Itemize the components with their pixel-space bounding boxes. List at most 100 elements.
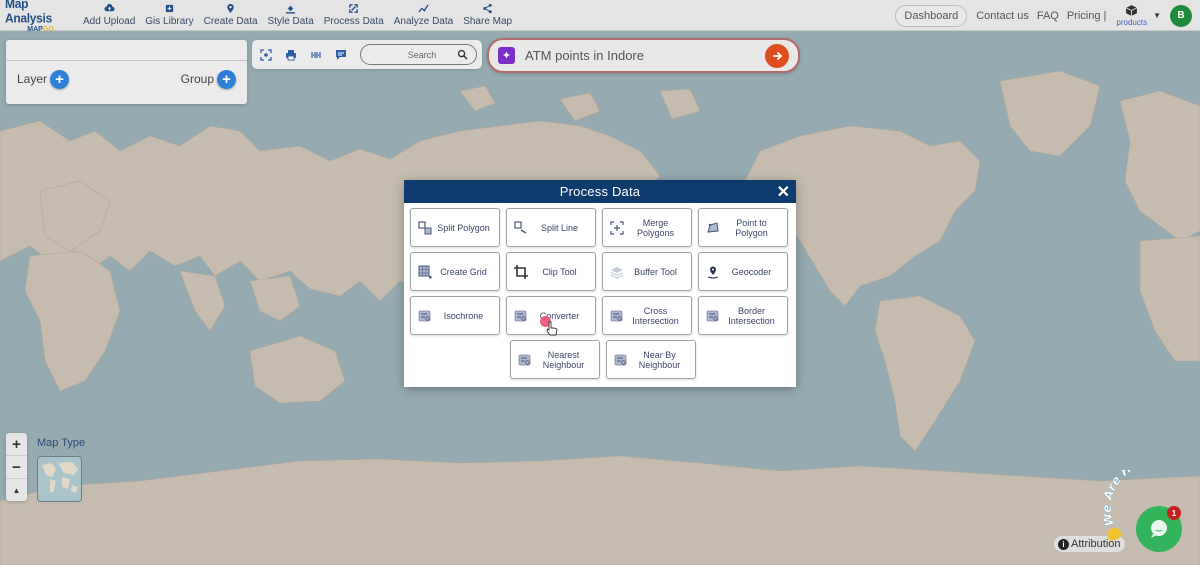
tool-buffer-tool-button[interactable]: Buffer Tool <box>602 252 692 291</box>
map-toolbar <box>252 40 482 69</box>
modal-header: Process Data ✕ <box>404 180 796 203</box>
tool-label: Near By Neighbour <box>638 349 681 370</box>
map-pin-icon <box>227 3 234 14</box>
user-avatar[interactable]: B <box>1170 4 1192 27</box>
nearest-neighbour-icon <box>518 353 532 367</box>
measure-icon[interactable] <box>309 48 322 61</box>
near-by-neighbour-icon <box>614 353 628 367</box>
products-menu[interactable]: products <box>1116 4 1147 27</box>
process-data-modal: Process Data ✕ Split Polygon Split Line Me… <box>404 180 796 387</box>
tool-label: Nearest Neighbour <box>542 349 585 370</box>
top-right-links: Dashboard Contact us FAQ Pricing | produ… <box>895 0 1200 31</box>
ai-sparkle-icon: ✦ <box>498 47 515 64</box>
brand-logo[interactable]: Map Analysis MAPGO <box>0 0 76 33</box>
converter-icon <box>514 309 528 323</box>
search-input[interactable] <box>387 49 457 60</box>
layer-panel: Layer + Group + <box>6 40 247 104</box>
add-group-button[interactable]: + <box>217 69 236 89</box>
dashboard-button[interactable]: Dashboard <box>895 4 968 27</box>
nav-create-data-label: Create Data <box>203 16 258 27</box>
tool-merge-polygons-button[interactable]: Merge Polygons <box>602 208 692 247</box>
nav-create-data[interactable]: Create Data <box>199 3 263 27</box>
chat-notification-badge: 1 <box>1167 506 1181 520</box>
nav-add-upload[interactable]: Add Upload <box>78 3 140 27</box>
crop-icon <box>514 264 528 279</box>
tool-create-grid-button[interactable]: Create Grid <box>410 252 500 291</box>
tool-label: Geocoder <box>731 266 772 277</box>
zoom-in-button[interactable]: + <box>6 433 27 456</box>
tool-split-line-button[interactable]: Split Line <box>506 208 596 247</box>
tool-label: Clip Tool <box>542 266 577 277</box>
hand-cursor-icon <box>546 321 558 336</box>
share-icon <box>483 3 492 14</box>
comment-icon[interactable] <box>334 48 347 61</box>
cloud-upload-icon <box>104 3 115 12</box>
border-intersection-icon <box>706 309 720 323</box>
add-layer-button[interactable]: + <box>50 69 70 89</box>
split-polygon-icon <box>418 220 432 235</box>
tool-point-to-polygon-button[interactable]: Point to Polygon <box>698 208 788 247</box>
map-type-label: Map Type <box>37 437 86 449</box>
brand-subtitle: MAPGO <box>27 26 54 33</box>
nav-gis-library-label: Gis Library <box>145 16 194 27</box>
tool-label: Merge Polygons <box>636 217 675 238</box>
nav-share-map-label: Share Map <box>463 16 513 27</box>
cross-intersection-icon <box>610 309 624 323</box>
modal-title: Process Data <box>559 184 641 199</box>
products-label: products <box>1116 18 1148 27</box>
close-icon[interactable]: ✕ <box>777 182 790 202</box>
world-thumbnail-icon <box>42 462 78 493</box>
paint-bucket-icon <box>286 5 296 14</box>
create-grid-icon <box>418 265 432 279</box>
nav-analyze-data-label: Analyze Data <box>393 16 454 27</box>
nav-analyze-data[interactable]: Analyze Data <box>389 3 458 27</box>
split-line-icon <box>514 220 528 235</box>
nav-gis-library[interactable]: Gis Library <box>140 3 198 27</box>
caret-down-icon[interactable]: ▼ <box>1153 11 1161 20</box>
cube-icon <box>1126 5 1138 16</box>
top-navbar: Map Analysis MAPGO Add Upload Gis Librar… <box>0 0 1200 33</box>
nav-process-data-label: Process Data <box>323 16 384 27</box>
screenshot-focus-icon[interactable] <box>259 48 272 61</box>
isochrone-icon <box>418 309 432 323</box>
ai-prompt-bar: ✦ <box>487 38 800 73</box>
process-icon <box>349 4 359 13</box>
tool-label: Buffer Tool <box>634 266 677 277</box>
tool-split-polygon-button[interactable]: Split Polygon <box>410 208 500 247</box>
nav-process-data[interactable]: Process Data <box>319 3 389 27</box>
tool-label: Isochrone <box>443 310 484 321</box>
nav-style-data[interactable]: Style Data <box>263 3 319 27</box>
layer-label: Layer <box>17 72 48 86</box>
tool-cross-intersection-button[interactable]: Cross Intersection <box>602 296 692 335</box>
zoom-out-button[interactable]: − <box>6 456 27 479</box>
tool-nearest-neighbour-button[interactable]: Nearest Neighbour <box>510 340 600 379</box>
tool-geocoder-button[interactable]: Geocoder <box>698 252 788 291</box>
tool-label: Split Polygon <box>437 222 490 233</box>
group-section: Group + <box>180 69 236 89</box>
group-label: Group <box>180 72 214 86</box>
tool-isochrone-button[interactable]: Isochrone <box>410 296 500 335</box>
search-field[interactable] <box>360 44 477 65</box>
layer-panel-header <box>6 40 247 61</box>
tool-label: Border Intersection <box>728 305 775 326</box>
ai-submit-button[interactable] <box>765 44 789 68</box>
tool-label: Cross Intersection <box>632 305 679 326</box>
library-icon <box>165 4 174 13</box>
print-icon[interactable] <box>284 48 297 61</box>
nav-add-upload-label: Add Upload <box>83 16 136 27</box>
contact-us-link[interactable]: Contact us <box>976 10 1029 22</box>
map-type-thumbnail[interactable] <box>37 456 82 502</box>
compass-button[interactable]: ▲ <box>6 479 27 501</box>
ai-prompt-input[interactable] <box>525 48 755 63</box>
faq-link[interactable]: FAQ <box>1037 10 1059 22</box>
brand-title: Map Analysis <box>5 0 52 26</box>
tool-border-intersection-button[interactable]: Border Intersection <box>698 296 788 335</box>
tool-clip-tool-button[interactable]: Clip Tool <box>506 252 596 291</box>
search-icon[interactable] <box>457 49 468 60</box>
buffer-layers-icon <box>610 265 624 279</box>
tool-label: Point to Polygon <box>735 217 768 238</box>
nav-share-map[interactable]: Share Map <box>458 3 517 27</box>
pricing-link[interactable]: Pricing | <box>1067 10 1107 22</box>
tool-near-by-neighbour-button[interactable]: Near By Neighbour <box>606 340 696 379</box>
tool-label: Split Line <box>540 222 579 233</box>
